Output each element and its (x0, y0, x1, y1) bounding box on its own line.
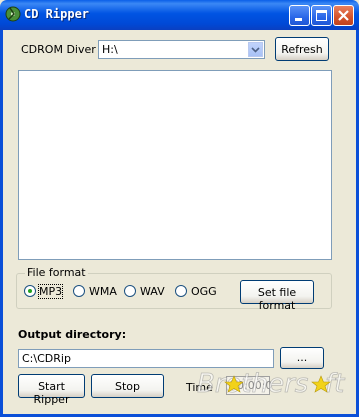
radio-mp3[interactable] (24, 285, 36, 297)
stop-button-label: Stop (114, 380, 140, 393)
cd-ripper-app-icon (5, 6, 21, 22)
radio-wav[interactable] (124, 285, 136, 297)
stop-button[interactable]: Stop (91, 374, 164, 398)
watermark-text: Brothers (197, 369, 308, 399)
maximize-button[interactable] (311, 5, 332, 26)
set-file-format-button[interactable]: Set file format (240, 280, 314, 312)
maximize-icon (316, 10, 327, 21)
output-directory-label: Output directory: (18, 328, 127, 341)
watermark-suffix: ft (325, 369, 345, 399)
drive-select-value: H:\ (102, 43, 118, 56)
window-title: CD Ripper (24, 7, 90, 21)
brothersoft-watermark-logo: Brothers ft (197, 369, 346, 400)
cd-ripper-window: CD Ripper CDROM Diver H:\ Refresh File f… (0, 0, 359, 417)
window-border-left (0, 30, 3, 417)
file-format-legend: File format (25, 266, 88, 279)
radio-label-wma: WMA (89, 285, 117, 298)
minimize-button[interactable] (289, 5, 310, 26)
title-bar[interactable]: CD Ripper (0, 0, 359, 30)
drive-select[interactable]: H:\ (98, 40, 265, 59)
radio-label-mp3: MP3 (37, 284, 64, 299)
radio-ogg[interactable] (175, 285, 187, 297)
refresh-button-label: Refresh (281, 43, 323, 56)
dropdown-button[interactable] (248, 42, 263, 57)
close-icon (338, 10, 349, 21)
track-list[interactable] (18, 70, 332, 260)
start-ripper-label: Start Ripper (33, 380, 70, 406)
refresh-button[interactable]: Refresh (275, 37, 329, 61)
radio-wma[interactable] (73, 285, 85, 297)
chevron-down-icon (251, 47, 260, 53)
close-button[interactable] (333, 5, 354, 26)
start-ripper-button[interactable]: Start Ripper (18, 374, 85, 406)
drive-label: CDROM Diver (21, 43, 96, 56)
set-file-format-label: Set file format (257, 286, 297, 312)
radio-label-wav: WAV (140, 285, 165, 298)
radio-label-ogg: OGG (191, 285, 217, 298)
minimize-icon (295, 18, 302, 21)
